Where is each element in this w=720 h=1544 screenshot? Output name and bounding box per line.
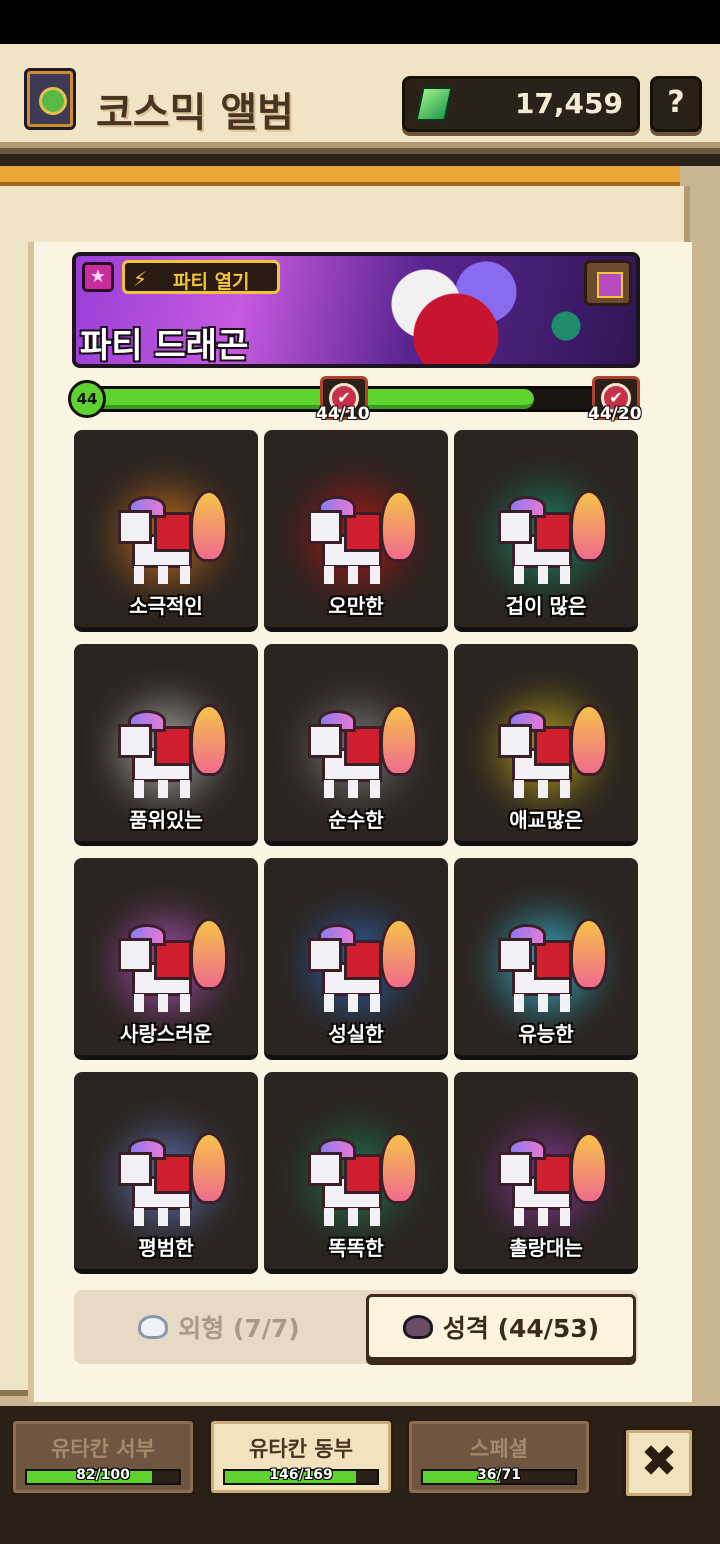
region-progress-bar: 36/71 <box>421 1467 577 1485</box>
region-count: 82/100 <box>76 1467 130 1483</box>
region-tab-east[interactable]: 유타칸 동부 146/169 <box>208 1418 394 1496</box>
trait-name: 똑똑한 <box>328 1236 384 1260</box>
creature-title: 파티 드래곤 <box>80 326 249 366</box>
trait-name: 소극적인 <box>129 594 203 618</box>
gem-icon <box>415 87 453 121</box>
region-name: 유타칸 서부 <box>51 1437 155 1461</box>
party-dragon-sprite <box>308 704 418 814</box>
star-icon: ★ <box>82 262 114 292</box>
photo-frame-button[interactable] <box>584 260 632 306</box>
header: 코스믹 앨범 17,459 ? <box>0 44 720 154</box>
level-badge: 44 <box>68 380 106 418</box>
trait-name: 애교많은 <box>509 808 583 832</box>
party-dragon-sprite <box>498 490 608 600</box>
trait-name: 오만한 <box>328 594 384 618</box>
personality-card[interactable]: 품위있는 <box>74 644 258 846</box>
trait-name: 사랑스러운 <box>120 1022 212 1046</box>
personality-card[interactable]: 오만한 <box>264 430 448 632</box>
lightning-icon: ⚡ <box>133 267 148 291</box>
currency-display: 17,459 <box>402 76 640 132</box>
party-open-label: 파티 열기 <box>173 271 250 293</box>
status-bar <box>0 0 720 44</box>
close-button[interactable]: ✖ <box>622 1426 696 1500</box>
creature-face-icon <box>402 1315 433 1339</box>
trait-name: 평범한 <box>138 1236 194 1260</box>
party-open-badge: ⚡ 파티 열기 <box>122 260 280 294</box>
personality-card[interactable]: 애교많은 <box>454 644 638 846</box>
album-book-icon <box>24 68 76 130</box>
tab-bar: 외형 (7/7) 성격 (44/53) <box>74 1290 638 1364</box>
party-dragon-sprite <box>118 918 228 1028</box>
region-count: 36/71 <box>476 1467 522 1483</box>
party-dragon-sprite <box>498 704 608 814</box>
party-dragon-sprite <box>118 490 228 600</box>
tab-appearance-label: 외형 (7/7) <box>178 1314 300 1343</box>
region-progress-bar: 82/100 <box>25 1467 181 1485</box>
party-dragon-sprite <box>308 918 418 1028</box>
region-progress-bar: 146/169 <box>223 1467 379 1485</box>
trait-name: 품위있는 <box>129 808 203 832</box>
creature-face-icon <box>138 1315 169 1339</box>
party-dragon-sprite <box>498 918 608 1028</box>
region-tab-west[interactable]: 유타칸 서부 82/100 <box>10 1418 196 1496</box>
party-dragon-sprite <box>308 1132 418 1242</box>
party-dragon-sprite <box>118 1132 228 1242</box>
trait-name: 촐랑대는 <box>509 1236 583 1260</box>
book-spine-top <box>0 166 680 186</box>
party-dragon-sprite <box>498 1132 608 1242</box>
region-count: 146/169 <box>269 1467 333 1483</box>
personality-card[interactable]: 순수한 <box>264 644 448 846</box>
personality-grid: 소극적인 오만한 겁이 많은품위있는 순수한 애교많은사랑스러운 성실한 유능한평범한 똑똑한… <box>74 430 640 1274</box>
party-dragon-sprite <box>308 490 418 600</box>
trait-name: 성실한 <box>328 1022 384 1046</box>
personality-card[interactable]: 촐랑대는 <box>454 1072 638 1274</box>
tab-personality-label: 성격 (44/53) <box>442 1314 600 1343</box>
currency-value: 17,459 <box>514 87 623 120</box>
personality-card[interactable]: 소극적인 <box>74 430 258 632</box>
trait-name: 겁이 많은 <box>505 594 587 618</box>
personality-card[interactable]: 유능한 <box>454 858 638 1060</box>
help-button[interactable]: ? <box>650 76 702 132</box>
trait-name: 순수한 <box>328 808 384 832</box>
tab-personality[interactable]: 성격 (44/53) <box>366 1294 636 1360</box>
region-tab-special[interactable]: 스페셜 36/71 <box>406 1418 592 1496</box>
trait-name: 유능한 <box>518 1022 574 1046</box>
region-name: 유타칸 동부 <box>249 1437 353 1461</box>
page-title: 코스믹 앨범 <box>96 90 294 136</box>
party-dragon-sprite <box>118 704 228 814</box>
region-name: 스페셜 <box>470 1437 528 1461</box>
personality-card[interactable]: 똑똑한 <box>264 1072 448 1274</box>
personality-card[interactable]: 성실한 <box>264 858 448 1060</box>
tab-appearance[interactable]: 외형 (7/7) <box>74 1290 364 1364</box>
personality-card[interactable]: 평범한 <box>74 1072 258 1274</box>
progress-fill <box>79 389 534 409</box>
milestone-label-1: 44/10 <box>316 404 370 424</box>
personality-card[interactable]: 사랑스러운 <box>74 858 258 1060</box>
personality-card[interactable]: 겁이 많은 <box>454 430 638 632</box>
milestone-label-2: 44/20 <box>588 404 642 424</box>
